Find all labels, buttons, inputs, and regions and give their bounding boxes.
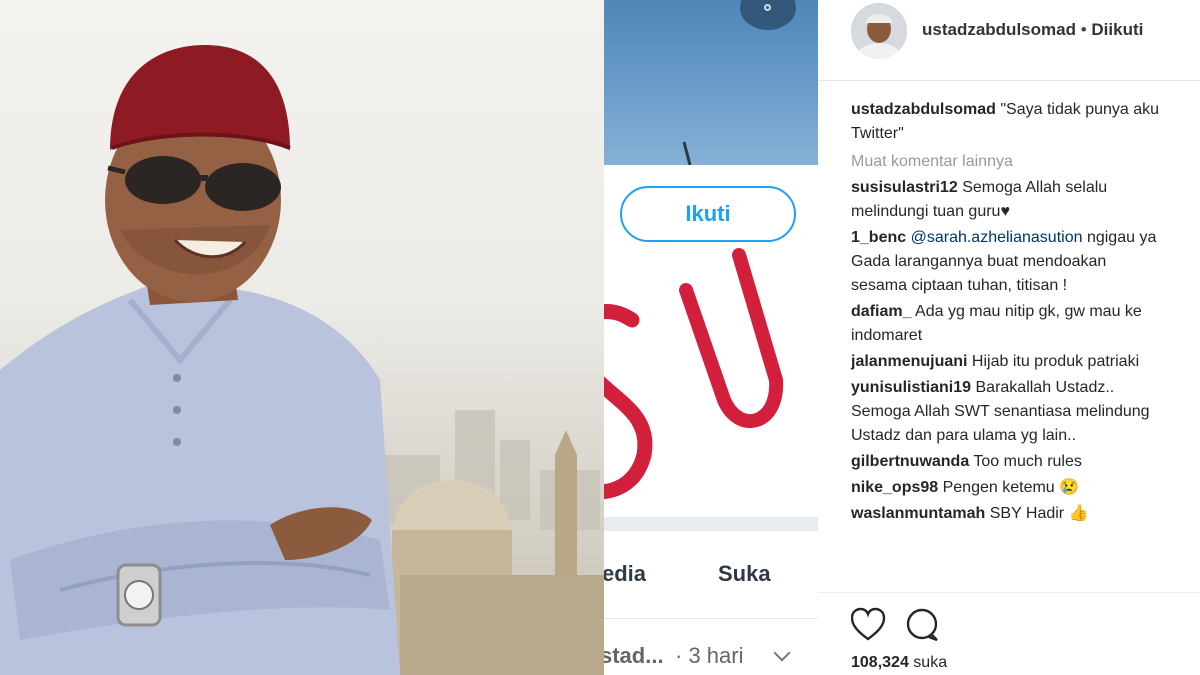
comment: waslanmuntamah SBY Hadir 👍 — [851, 502, 1200, 526]
comment-text: Pengen ketemu 😢 — [942, 479, 1080, 496]
comment-text: Ada yg mau nitip gk, gw mau ke — [915, 303, 1142, 320]
comment-text: Semoga Allah selalu — [962, 179, 1108, 196]
comment: yunisulistiani19 Barakallah Ustadz.. Sem… — [851, 376, 1200, 448]
post-actions — [850, 607, 951, 652]
instagram-post-panel: ustadzabdulsomad • Diikuti ustadzabdulso… — [818, 0, 1200, 675]
comment: gilbertnuwanda Too much rules — [851, 450, 1200, 474]
comment-username[interactable]: nike_ops98 — [851, 479, 938, 496]
comment-username[interactable]: susisulastri12 — [851, 179, 958, 196]
comment-username[interactable]: jalanmenujuani — [851, 353, 967, 370]
load-more-comments-link[interactable]: Muat komentar lainnya — [851, 150, 1200, 174]
post-author: ustadzabdulsomad • Diikuti — [922, 20, 1143, 40]
comment: jalanmenujuani Hijab itu produk patriaki — [851, 350, 1200, 374]
tweet-username[interactable]: stad... — [604, 643, 664, 669]
comment-text: Ustadz dan para ulama yg lain.. — [851, 427, 1077, 444]
comment-username[interactable]: 1_benc — [851, 229, 906, 246]
actions-divider — [818, 592, 1200, 593]
action-icons — [850, 607, 938, 642]
likes-number: 108,324 — [851, 654, 909, 671]
chevron-down-icon[interactable] — [773, 644, 791, 662]
comment-text: melindungi tuan guru♥ — [851, 203, 1010, 220]
author-username[interactable]: ustadzabdulsomad — [922, 20, 1076, 39]
comment-username[interactable]: gilbertnuwanda — [851, 453, 969, 470]
comment-text: ngigau ya — [1086, 229, 1157, 246]
comment-text: Semoga Allah SWT senantiasa melindung — [851, 403, 1150, 420]
comment-username[interactable]: waslanmuntamah — [851, 505, 985, 522]
comment: dafiam_ Ada yg mau nitip gk, gw mau ke i… — [851, 300, 1200, 348]
caption-username[interactable]: ustadzabdulsomad — [851, 101, 996, 118]
comment: nike_ops98 Pengen ketemu 😢 — [851, 476, 1200, 500]
separator-dot: • — [1080, 20, 1092, 39]
comment-text: SBY Hadir 👍 — [989, 505, 1089, 522]
comment-text: Hijab itu produk patriaki — [971, 353, 1140, 370]
comment-text: indomaret — [851, 327, 923, 344]
comment-icon[interactable] — [906, 608, 938, 642]
comment-username[interactable]: yunisulistiani19 — [851, 379, 971, 396]
comment-mention-link[interactable]: @sarah.azhelianasution — [911, 229, 1083, 246]
tab-media[interactable]: edia — [604, 561, 646, 587]
likes-count[interactable]: 108,324 suka — [851, 654, 947, 672]
comment: susisulastri12 Semoga Allah selalu melin… — [851, 176, 1200, 224]
post-header: ustadzabdulsomad • Diikuti — [818, 0, 1200, 81]
comment-text: Gada larangannya buat mendoakan — [851, 253, 1107, 270]
follow-button[interactable]: Ikuti — [620, 186, 796, 242]
caption-text-line: Twitter" — [851, 125, 904, 142]
profile-logo-image — [604, 248, 784, 500]
twitter-profile-crop: Ikuti edia Suka stad... · 3 hari — [604, 0, 818, 675]
heart-icon[interactable] — [850, 607, 886, 641]
section-divider — [604, 517, 818, 531]
tab-likes[interactable]: Suka — [718, 561, 771, 587]
caption-text-line: "Saya tidak punya aku — [1000, 101, 1160, 118]
comment-text: sesama ciptaan tuhan, titisan ! — [851, 277, 1068, 294]
comments-section: ustadzabdulsomad "Saya tidak punya aku T… — [851, 98, 1200, 528]
comment-text: Barakallah Ustadz.. — [975, 379, 1115, 396]
portrait-photo — [0, 0, 604, 675]
avatar[interactable] — [851, 3, 907, 59]
likes-unit: suka — [913, 654, 948, 671]
comment: 1_benc @sarah.azhelianasution ngigau ya … — [851, 226, 1200, 298]
tweet-timestamp[interactable]: · 3 hari — [675, 643, 743, 669]
profile-tabs: edia Suka — [604, 531, 818, 619]
avatar-image — [851, 3, 907, 59]
following-status[interactable]: Diikuti — [1091, 20, 1143, 39]
post-caption: ustadzabdulsomad "Saya tidak punya aku — [851, 98, 1200, 122]
portrait-illustration — [0, 45, 604, 675]
comment-username[interactable]: dafiam_ — [851, 303, 911, 320]
comment-text: Too much rules — [973, 453, 1082, 470]
